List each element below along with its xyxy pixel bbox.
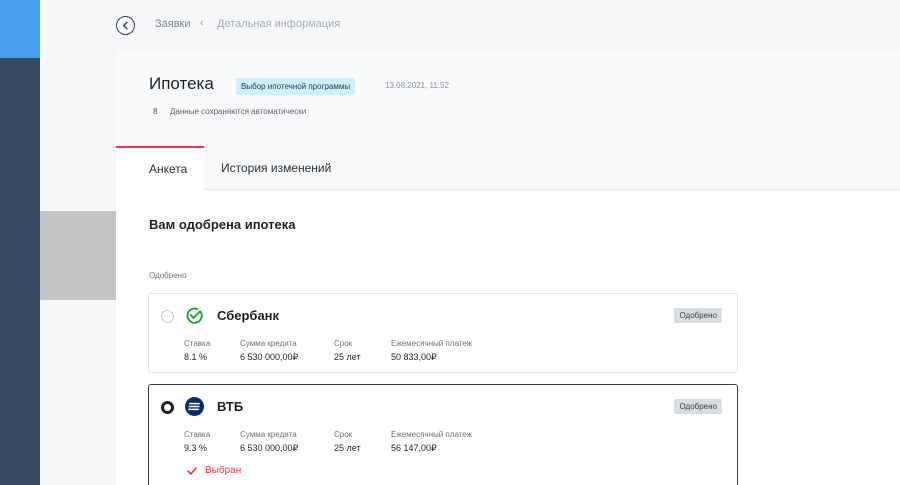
selected-indicator: Выбран xyxy=(187,465,241,476)
sidebar-rail xyxy=(0,0,40,485)
payment-field: Ежемесячный платеж 50 833,00₽ xyxy=(391,339,472,363)
program-badge: Выбор ипотечной программы xyxy=(236,78,356,95)
term-value: 25 лет xyxy=(334,443,361,453)
payment-label: Ежемесячный платеж xyxy=(391,430,473,439)
payment-value: 50 833,00₽ xyxy=(391,352,437,362)
offer-card-sberbank[interactable]: Сбербанк Одобрено Ставка 8.1 % Сумма кре… xyxy=(148,293,738,373)
sum-value: 6 530 000,00₽ xyxy=(240,352,299,362)
autosave-text: Данные сохраняются автоматически xyxy=(170,107,307,116)
rate-label: Ставка xyxy=(184,339,211,348)
payment-field: Ежемесячный платеж 56 147,00₽ xyxy=(391,430,472,454)
section-title: Вам одобрена ипотека xyxy=(149,217,296,232)
offer-radio[interactable] xyxy=(161,310,174,323)
vtb-logo-icon xyxy=(185,397,204,416)
bank-name: Сбербанк xyxy=(217,308,280,323)
payment-value: 56 147,00₽ xyxy=(391,443,437,453)
term-label: Срок xyxy=(334,339,353,348)
breadcrumb-link[interactable]: Заявки xyxy=(155,18,191,30)
breadcrumb-current: Детальная информация xyxy=(217,18,341,30)
term-field: Срок 25 лет xyxy=(334,339,361,362)
sum-label: Сумма кредита xyxy=(240,339,297,348)
group-label: Одобрено xyxy=(149,271,187,280)
status-badge: Одобрено xyxy=(674,399,722,414)
offer-card-vtb[interactable]: ВТБ Одобрено Ставка 9.3 % Сумма кредита … xyxy=(148,384,738,485)
chevron-left-icon xyxy=(122,21,128,30)
autosave-icon: 8 xyxy=(153,107,158,116)
breadcrumb-separator-icon: ‹ xyxy=(200,17,204,29)
tab-history[interactable]: История изменений xyxy=(221,146,331,190)
term-field: Срок 25 лет xyxy=(334,430,361,453)
tab-questionnaire[interactable]: Анкета xyxy=(116,146,204,190)
rate-value: 9.3 % xyxy=(184,443,208,453)
term-value: 25 лет xyxy=(334,352,361,362)
rate-value: 8.1 % xyxy=(184,352,208,362)
status-badge: Одобрено xyxy=(674,308,722,323)
application-card: Ипотека Выбор ипотечной программы 13.08.… xyxy=(116,50,900,485)
tabs: Анкета История изменений xyxy=(116,146,900,190)
rate-label: Ставка xyxy=(184,430,211,439)
overlay-placeholder xyxy=(40,211,116,300)
card-header: Ипотека Выбор ипотечной программы 13.08.… xyxy=(116,50,900,190)
page-title: Ипотека xyxy=(149,74,214,93)
bank-name: ВТБ xyxy=(217,399,244,414)
timestamp: 13.08.2021, 11:52 xyxy=(385,81,449,90)
check-icon xyxy=(187,466,197,475)
sberbank-logo-icon xyxy=(185,306,204,325)
payment-label: Ежемесячный платеж xyxy=(391,339,473,348)
offer-radio-selected[interactable] xyxy=(161,401,174,414)
rate-field: Ставка 9.3 % xyxy=(184,430,210,453)
selected-label: Выбран xyxy=(205,465,242,476)
sum-field: Сумма кредита 6 530 000,00₽ xyxy=(240,339,298,363)
sum-label: Сумма кредита xyxy=(240,430,297,439)
back-button[interactable] xyxy=(116,16,135,35)
term-label: Срок xyxy=(334,430,353,439)
sum-value: 6 530 000,00₽ xyxy=(240,443,299,453)
rate-field: Ставка 8.1 % xyxy=(184,339,210,362)
sum-field: Сумма кредита 6 530 000,00₽ xyxy=(240,430,298,454)
sidebar-active-item[interactable] xyxy=(0,0,40,58)
